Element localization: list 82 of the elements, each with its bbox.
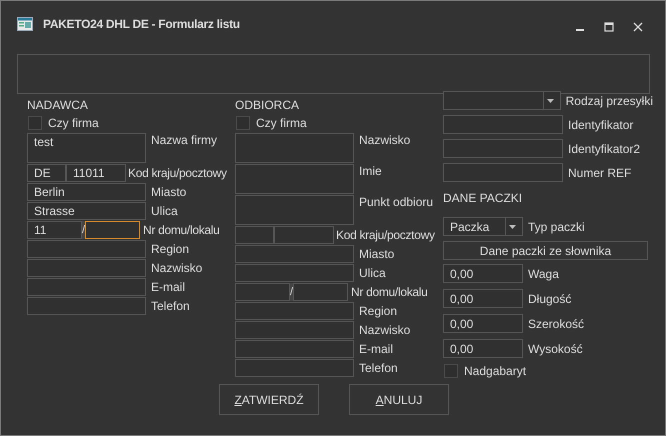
input-field[interactable] — [27, 240, 146, 258]
input-field[interactable]: 11011 — [66, 164, 126, 182]
input-field[interactable] — [235, 133, 354, 163]
input-field[interactable] — [235, 359, 354, 377]
separator-slash: / — [290, 283, 293, 301]
input-field[interactable]: 0,00 — [443, 339, 523, 358]
input-field[interactable] — [235, 164, 354, 194]
input-field[interactable] — [235, 226, 274, 244]
input-field[interactable] — [27, 278, 146, 296]
dropdown[interactable] — [443, 91, 561, 110]
input-field[interactable] — [235, 245, 354, 263]
field-label: Nazwisko — [359, 323, 410, 337]
input-field[interactable] — [235, 264, 354, 282]
checkbox-label: Nadgabaryt — [464, 364, 526, 378]
field-label: Długość — [528, 292, 572, 306]
input-field[interactable]: 0,00 — [443, 289, 523, 308]
section-heading: DANE PACZKI — [443, 191, 524, 205]
caret-icon — [546, 99, 555, 103]
separator-slash: / — [82, 221, 85, 239]
input-field[interactable]: test — [27, 133, 146, 163]
input-field[interactable] — [235, 302, 354, 320]
close-icon[interactable] — [633, 22, 643, 32]
field-label: Kod kraju/pocztowy — [336, 228, 435, 242]
field-label: Telefon — [151, 299, 190, 313]
input-field[interactable]: 0,00 — [443, 264, 523, 283]
checkbox-label: Czy firma — [256, 116, 307, 130]
field-label: Ulica — [151, 204, 178, 218]
input-field[interactable]: DE — [27, 164, 66, 182]
checkbox[interactable] — [444, 364, 458, 378]
input-field[interactable] — [443, 163, 563, 182]
input-field[interactable] — [235, 321, 354, 339]
field-label: Punkt odbioru — [359, 195, 434, 209]
field-label: Imie — [359, 164, 382, 178]
field-label: Identyfikator — [568, 118, 634, 132]
field-label: Waga — [528, 266, 559, 280]
field-label: Kod kraju/pocztowy — [128, 166, 227, 180]
field-label: Region — [151, 242, 190, 256]
input-field[interactable]: Strasse — [27, 202, 146, 220]
field-label: Nr domu/lokalu — [143, 223, 220, 237]
input-field[interactable] — [443, 115, 563, 134]
input-field[interactable]: Berlin — [27, 183, 146, 201]
input-field[interactable] — [235, 340, 354, 358]
input-field[interactable] — [235, 283, 290, 301]
maximize-icon[interactable] — [604, 22, 614, 32]
field-label: Rodzaj przesyłki — [566, 94, 653, 108]
checkbox[interactable] — [236, 116, 250, 130]
field-label: Nazwisko — [151, 261, 202, 275]
input-field[interactable] — [235, 195, 354, 225]
action-button[interactable]: ANULUJ — [349, 384, 449, 415]
field-label: Typ paczki — [528, 220, 585, 234]
checkbox[interactable] — [28, 116, 42, 130]
input-field[interactable] — [85, 221, 140, 239]
input-field[interactable]: 11 — [27, 221, 82, 239]
field-label: Miasto — [151, 185, 186, 199]
input-field[interactable] — [274, 226, 334, 244]
action-button[interactable]: ZATWIERDŹ — [219, 384, 319, 415]
input-field[interactable] — [443, 139, 563, 158]
input-field[interactable] — [27, 259, 146, 277]
field-label: Miasto — [359, 247, 394, 261]
field-label: Nr domu/lokalu — [351, 285, 428, 299]
checkbox-label: Czy firma — [48, 116, 99, 130]
form-icon — [17, 17, 33, 31]
field-label: Szerokość — [528, 316, 584, 330]
dropdown[interactable]: Paczka — [443, 217, 523, 236]
input-field[interactable] — [293, 283, 348, 301]
window-title: PAKETO24 DHL DE - Formularz listu — [43, 17, 240, 31]
field-label: Nazwa firmy — [151, 133, 218, 147]
field-label: Numer REF — [568, 166, 632, 180]
field-label: Wysokość — [528, 342, 583, 356]
field-label: E-mail — [151, 280, 186, 294]
field-label: Identyfikator2 — [568, 142, 640, 156]
field-label: Telefon — [359, 361, 398, 375]
dictionary-button[interactable]: Dane paczki ze słownika — [443, 241, 648, 260]
section-heading: ODBIORCA — [235, 98, 300, 112]
input-field[interactable] — [27, 297, 146, 315]
field-label: Ulica — [359, 266, 386, 280]
field-label: Nazwisko — [359, 133, 410, 147]
section-heading: NADAWCA — [27, 98, 89, 112]
caret-icon — [509, 225, 517, 229]
field-label: Region — [359, 304, 398, 318]
input-field[interactable]: 0,00 — [443, 314, 523, 333]
field-label: E-mail — [359, 342, 394, 356]
